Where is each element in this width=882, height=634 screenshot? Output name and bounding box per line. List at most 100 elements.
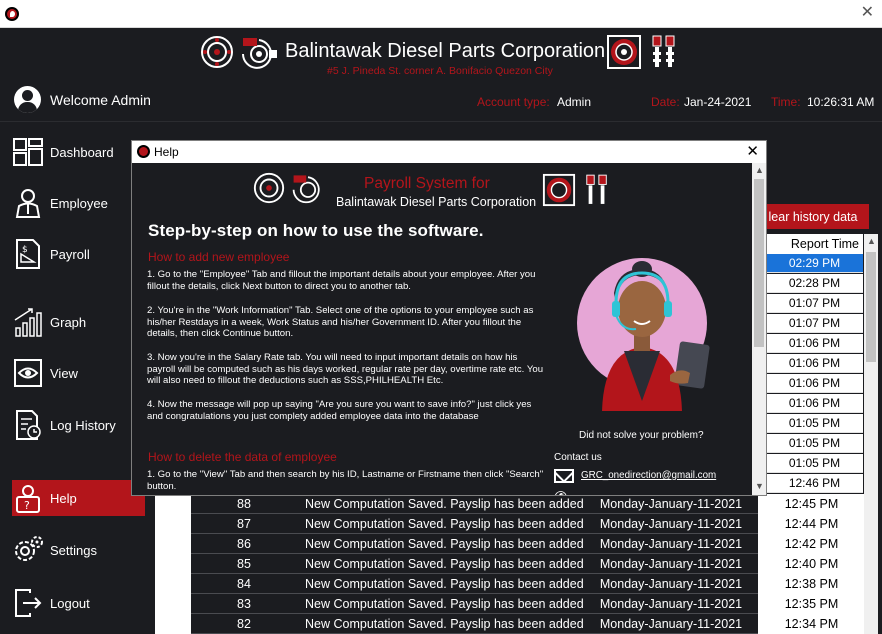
cell-date: Monday-January-11-2021 [599,496,743,511]
report-time-cell[interactable]: 01:07 PM [766,294,863,313]
report-time-cell[interactable]: 01:05 PM [766,434,863,453]
table-row[interactable]: 85 New Computation Saved. Payslip has bee… [155,553,865,574]
report-time-cell[interactable]: 02:29 PM [766,254,863,273]
contact-email-link[interactable]: GRC_onedirection@gmail.com [581,470,716,481]
report-time-cell[interactable]: 01:06 PM [766,394,863,413]
row-header[interactable] [155,554,191,574]
sidebar-label-payroll: Payroll [50,246,90,262]
contact-question: Did not solve your problem? [579,430,704,441]
sidebar-item-payroll[interactable]: $ Payroll [12,236,145,272]
phone-icon: ✆ [554,491,567,496]
clear-history-button[interactable]: lear history data [757,204,869,229]
report-time-cell[interactable]: 01:06 PM [766,334,863,353]
help-step-4: 4. Now the message will pop up saying "A… [147,399,532,422]
sidebar-label-graph: Graph [50,314,87,330]
row-header[interactable] [155,534,191,554]
company-header: Balintawak Diesel Parts Corporation #5 J… [0,28,882,80]
scrollbar-thumb[interactable] [866,252,876,362]
row-body: 84 New Computation Saved. Payslip has bee… [191,573,865,594]
cell-id: 88 [237,496,251,511]
window-title-bar: ✕ [0,0,882,28]
help-scrollbar[interactable]: ▲ ▼ [752,163,766,495]
sidebar-label-settings: Settings [50,542,97,558]
row-body: 86 New Computation Saved. Payslip has bee… [191,533,865,554]
row-header[interactable] [155,494,191,514]
row-header[interactable] [155,574,191,594]
row-body: 87 New Computation Saved. Payslip has bee… [191,513,865,534]
row-body: 85 New Computation Saved. Payslip has bee… [191,553,865,574]
row-header[interactable] [155,514,191,534]
table-row[interactable]: 87 New Computation Saved. Payslip has bee… [155,513,865,534]
table-row[interactable]: 83 New Computation Saved. Payslip has bee… [155,593,865,614]
cell-description: New Computation Saved. Payslip has been … [305,596,584,611]
company-address: #5 J. Pineda St. corner A. Bonifacio Que… [327,65,553,77]
report-time-cell[interactable]: 01:05 PM [766,414,863,433]
row-body: 88 New Computation Saved. Payslip has bee… [191,493,865,514]
scroll-up-icon[interactable]: ▲ [867,236,876,246]
table-row[interactable]: 88 New Computation Saved. Payslip has bee… [155,493,865,514]
time-value: 10:26:31 AM [807,95,875,109]
gear-part-icon [253,172,285,204]
sidebar-item-settings[interactable]: Settings [12,532,145,568]
sidebar-label-log-history: Log History [50,417,116,433]
report-time-cell[interactable]: 01:05 PM [766,454,863,473]
sidebar-label-help: Help [50,490,77,506]
logout-icon [15,589,42,617]
sidebar-item-help[interactable]: ? Help [12,480,145,516]
help-close-button[interactable]: ✕ [746,142,759,160]
contact-us-label: Contact us [554,452,602,463]
date-value: Jan-24-2021 [684,95,752,109]
help-dialog-title-bar: Help ✕ [132,141,766,163]
sidebar-label-dashboard: Dashboard [50,144,114,160]
report-time-cell[interactable]: 01:06 PM [766,374,863,393]
account-type-value: Admin [557,95,592,109]
cell-id: 83 [237,596,251,611]
sidebar-item-view[interactable]: View [12,355,145,391]
sidebar-item-logout[interactable]: Logout [12,585,145,621]
date-label: Date: [651,95,680,109]
table-row[interactable]: 82 New Computation Saved. Payslip has bee… [155,613,865,634]
help-scrollbar-thumb[interactable] [754,179,764,347]
help-scroll-down-icon[interactable]: ▼ [755,481,764,491]
table-scrollbar[interactable]: ▲ [864,234,878,634]
column-header-report-time[interactable]: Report Time [766,234,863,254]
sidebar-item-dashboard[interactable]: Dashboard [12,134,145,170]
report-time-cell[interactable]: 12:46 PM [766,474,863,493]
company-name: Balintawak Diesel Parts Corporation [285,40,606,62]
cell-description: New Computation Saved. Payslip has been … [305,496,584,511]
sidebar-item-log-history[interactable]: Log History [12,407,145,443]
cell-report-time: 12:45 PM [758,493,865,514]
report-time-cell[interactable]: 01:06 PM [766,354,863,373]
help-step-3: 3. Now you're in the Salary Rate tab. Yo… [147,352,544,386]
welcome-text: Welcome Admin [50,92,151,108]
help-header-line1: Payroll System for [364,175,490,192]
report-time-cell[interactable]: 02:28 PM [766,274,863,293]
brake-disc-icon [607,35,641,69]
cell-description: New Computation Saved. Payslip has been … [305,536,584,551]
row-header[interactable] [155,614,191,634]
cell-description: New Computation Saved. Payslip has been … [305,516,584,531]
cell-date: Monday-January-11-2021 [599,556,743,571]
sidebar-item-graph[interactable]: Graph [12,304,145,340]
cell-description: New Computation Saved. Payslip has been … [305,556,584,571]
sidebar-label-logout: Logout [50,595,90,611]
report-time-cell[interactable]: 01:07 PM [766,314,863,333]
help-scroll-up-icon[interactable]: ▲ [755,165,764,175]
employee-icon [15,189,41,218]
row-body: 82 New Computation Saved. Payslip has bee… [191,613,865,634]
log-history-icon [16,410,41,440]
sidebar-item-employee[interactable]: Employee [12,185,145,221]
sidebar: Dashboard Employee $ Payroll Graph View … [0,123,148,634]
section-add-employee-title: How to add new employee [148,250,290,264]
window-close-button[interactable]: ✕ [861,4,874,22]
table-row[interactable]: 84 New Computation Saved. Payslip has bee… [155,573,865,594]
settings-icon [15,536,43,561]
time-label: Time: [771,95,801,109]
row-header[interactable] [155,594,191,614]
svg-text:$: $ [22,245,28,255]
help-dialog: Help ✕ Payroll System for Balintawak Die… [131,140,767,496]
cell-report-time: 12:38 PM [758,573,865,594]
help-logo-icon [137,145,150,158]
turbo-part-icon [292,175,320,204]
table-row[interactable]: 86 New Computation Saved. Payslip has bee… [155,533,865,554]
